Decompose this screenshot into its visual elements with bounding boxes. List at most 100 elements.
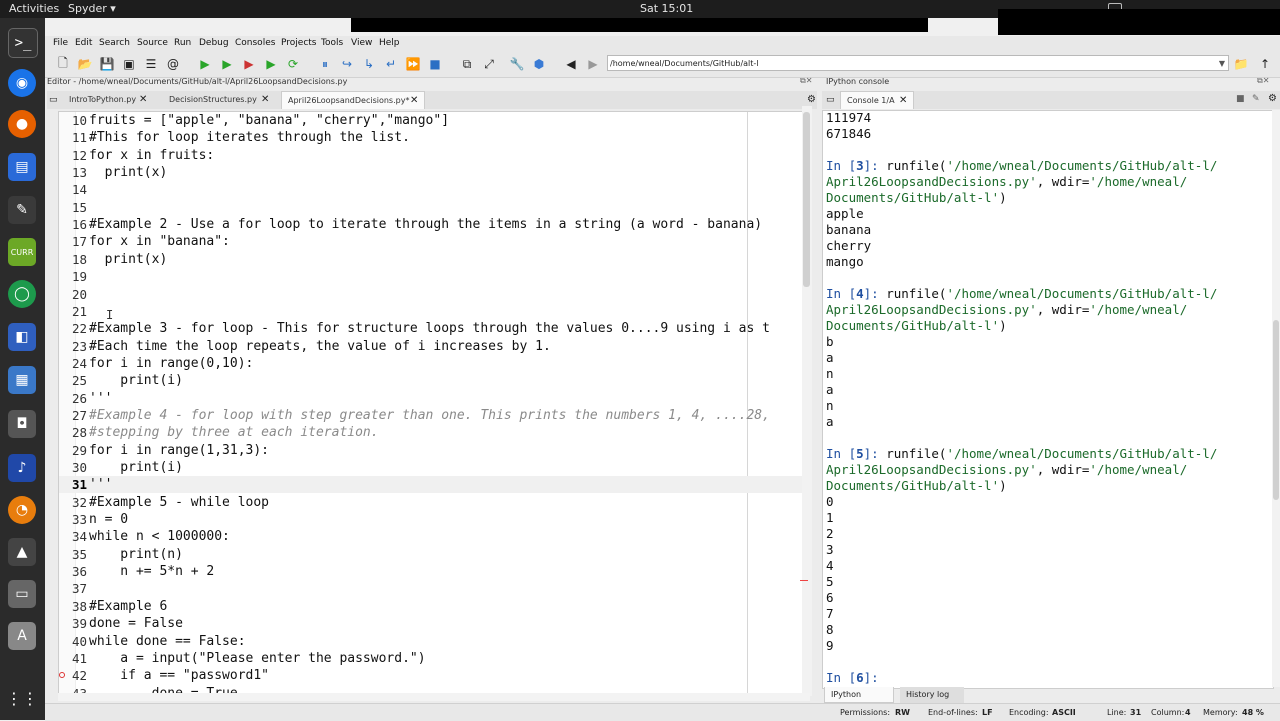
parent-directory-icon[interactable]: ↑ bbox=[1257, 56, 1273, 72]
vscode-icon[interactable]: ◧ bbox=[8, 323, 36, 351]
back-arrow-icon[interactable]: ◀ bbox=[563, 56, 579, 72]
menu-run[interactable]: Run bbox=[174, 38, 191, 48]
code-line[interactable]: 21 bbox=[59, 303, 811, 320]
run-cell-icon[interactable]: ▶ bbox=[219, 56, 235, 72]
tab-ipython-console[interactable]: IPython console bbox=[824, 687, 894, 715]
console-options-gear-icon[interactable]: ⚙ bbox=[1268, 93, 1277, 104]
code-line[interactable]: 37 bbox=[59, 580, 811, 597]
code-line[interactable]: 29 for i in range(1,31,3): bbox=[59, 442, 811, 459]
code-line[interactable]: 15 bbox=[59, 199, 811, 216]
apps-grid-icon[interactable]: ⋮⋮ bbox=[6, 684, 38, 712]
maximize-pane-icon[interactable]: ⧉ bbox=[459, 56, 475, 72]
code-line[interactable]: 25 print(i) bbox=[59, 372, 811, 389]
code-line[interactable]: 40 while done == False: bbox=[59, 633, 811, 650]
clear-console-icon[interactable]: ✎ bbox=[1252, 94, 1260, 104]
archive-icon[interactable]: ▭ bbox=[8, 580, 36, 608]
code-line[interactable]: 35 print(n) bbox=[59, 546, 811, 563]
editor-horizontal-scrollbar[interactable] bbox=[58, 693, 810, 701]
editor-options-gear-icon[interactable]: ⚙ bbox=[807, 94, 816, 105]
code-line[interactable]: 33 n = 0 bbox=[59, 511, 811, 528]
app-icon[interactable]: ◯ bbox=[8, 280, 36, 308]
menu-edit[interactable]: Edit bbox=[75, 38, 92, 48]
working-directory-input[interactable]: /home/wneal/Documents/GitHub/alt-l ▼ bbox=[607, 55, 1229, 71]
menu-consoles[interactable]: Consoles bbox=[235, 38, 275, 48]
code-line[interactable]: 24 for i in range(0,10): bbox=[59, 355, 811, 372]
close-tab-icon[interactable]: ✕ bbox=[139, 91, 147, 109]
code-editor[interactable]: 10 fruits = ["apple", "banana", "cherry",… bbox=[58, 111, 812, 695]
curr-icon[interactable]: CURR bbox=[8, 238, 36, 266]
new-file-icon[interactable]: 🗋 bbox=[55, 56, 71, 72]
close-tab-icon[interactable]: ✕ bbox=[261, 91, 269, 109]
firefox-icon[interactable]: ● bbox=[8, 110, 36, 138]
save-all-icon[interactable]: ▣ bbox=[121, 56, 137, 72]
forward-arrow-icon[interactable]: ▶ bbox=[585, 56, 601, 72]
run-icon[interactable]: ▶ bbox=[197, 56, 213, 72]
code-line[interactable]: 22 #Example 3 - for loop - This for struc… bbox=[59, 320, 811, 337]
code-line[interactable]: 13 print(x) bbox=[59, 164, 811, 181]
code-line[interactable]: 36 n += 5*n + 2 bbox=[59, 563, 811, 580]
browse-tabs-icon[interactable]: ☰ bbox=[143, 56, 159, 72]
menu-projects[interactable]: Projects bbox=[281, 38, 316, 48]
code-line[interactable]: 11 #This for loop iterates through the li… bbox=[59, 129, 811, 146]
code-line[interactable]: 31 ''' bbox=[59, 476, 811, 494]
menu-debug[interactable]: Debug bbox=[199, 38, 229, 48]
code-line[interactable]: 20 bbox=[59, 286, 811, 303]
rerun-icon[interactable]: ⟳ bbox=[285, 56, 301, 72]
writer-icon[interactable]: ▤ bbox=[8, 153, 36, 181]
code-line[interactable]: 41 a = input("Please enter the password.… bbox=[59, 650, 811, 667]
code-line[interactable]: 16 #Example 2 - Use a for loop to iterate… bbox=[59, 216, 811, 233]
save-icon[interactable]: 💾 bbox=[99, 56, 115, 72]
camera-icon[interactable]: ◘ bbox=[8, 410, 36, 438]
app-menu[interactable]: Spyder ▾ bbox=[68, 2, 116, 15]
ipython-console[interactable]: 111974 671846 In [3]: runfile('/home/wneal… bbox=[822, 110, 1274, 689]
code-line[interactable]: 34 while n < 1000000: bbox=[59, 528, 811, 545]
step-icon[interactable]: ↪ bbox=[339, 56, 355, 72]
image-editor-icon[interactable]: ▦ bbox=[8, 366, 36, 394]
code-line[interactable]: 17 for x in "banana": bbox=[59, 233, 811, 250]
fullscreen-icon[interactable]: ⤢ bbox=[481, 56, 497, 72]
clock[interactable]: Sat 15:01 bbox=[640, 2, 693, 15]
browse-folder-icon[interactable]: 📁 bbox=[1233, 56, 1249, 72]
code-line[interactable]: 12 for x in fruits: bbox=[59, 147, 811, 164]
python-path-icon[interactable]: ⬢ bbox=[531, 56, 547, 72]
gimp-icon[interactable]: ✎ bbox=[8, 196, 36, 224]
code-line[interactable]: 19 bbox=[59, 268, 811, 285]
code-line[interactable]: 38 #Example 6 bbox=[59, 598, 811, 615]
code-line[interactable]: 23 #Each time the loop repeats, the value… bbox=[59, 338, 811, 355]
close-tab-icon[interactable]: ✕ bbox=[899, 92, 907, 110]
code-line[interactable]: 27 #Example 4 - for loop with step greate… bbox=[59, 407, 811, 424]
text-editor-icon[interactable]: A bbox=[8, 622, 36, 650]
code-line[interactable]: 18 print(x) bbox=[59, 251, 811, 268]
code-line[interactable]: 14 bbox=[59, 181, 811, 198]
menu-tools[interactable]: Tools bbox=[321, 38, 343, 48]
code-line[interactable]: 26 ''' bbox=[59, 390, 811, 407]
browse-tabs-icon[interactable]: ▭ bbox=[826, 95, 835, 105]
inkscape-icon[interactable]: ▲ bbox=[8, 538, 36, 566]
open-file-icon[interactable]: 📂 bbox=[77, 56, 93, 72]
menu-source[interactable]: Source bbox=[137, 38, 168, 48]
debug-icon[interactable]: ⏸ bbox=[317, 56, 333, 72]
tab-history-log[interactable]: History log bbox=[900, 687, 964, 703]
code-line[interactable]: 39 done = False bbox=[59, 615, 811, 632]
run-selection-icon[interactable]: ▶ bbox=[263, 56, 279, 72]
code-line[interactable]: 42 if a == "password1" bbox=[59, 667, 811, 684]
audio-icon[interactable]: ♪ bbox=[8, 454, 36, 482]
editor-pane-close-icon[interactable]: ⧉✕ bbox=[800, 76, 812, 86]
chrome-icon[interactable]: ◉ bbox=[8, 69, 36, 97]
code-line[interactable]: 10 fruits = ["apple", "banana", "cherry",… bbox=[59, 112, 811, 129]
console-pane-close-icon[interactable]: ⧉✕ bbox=[1257, 76, 1269, 86]
browse-tabs-icon[interactable]: ▭ bbox=[49, 95, 58, 105]
code-line[interactable]: 30 print(i) bbox=[59, 459, 811, 476]
step-return-icon[interactable]: ↵ bbox=[383, 56, 399, 72]
menu-view[interactable]: View bbox=[351, 38, 372, 48]
console-scrollbar[interactable] bbox=[1272, 110, 1280, 687]
activities-button[interactable]: Activities bbox=[9, 2, 59, 15]
chevron-down-icon[interactable]: ▼ bbox=[1219, 56, 1225, 72]
at-icon[interactable]: @ bbox=[165, 56, 181, 72]
stop-debug-icon[interactable]: ■ bbox=[427, 56, 443, 72]
tab-april26loopsanddecisions[interactable]: April26LoopsandDecisions.py* ✕ bbox=[281, 91, 425, 109]
editor-scrollbar[interactable] bbox=[802, 106, 812, 696]
blender-icon[interactable]: ◔ bbox=[8, 496, 36, 524]
stop-kernel-icon[interactable]: ■ bbox=[1236, 94, 1245, 104]
menu-help[interactable]: Help bbox=[379, 38, 400, 48]
